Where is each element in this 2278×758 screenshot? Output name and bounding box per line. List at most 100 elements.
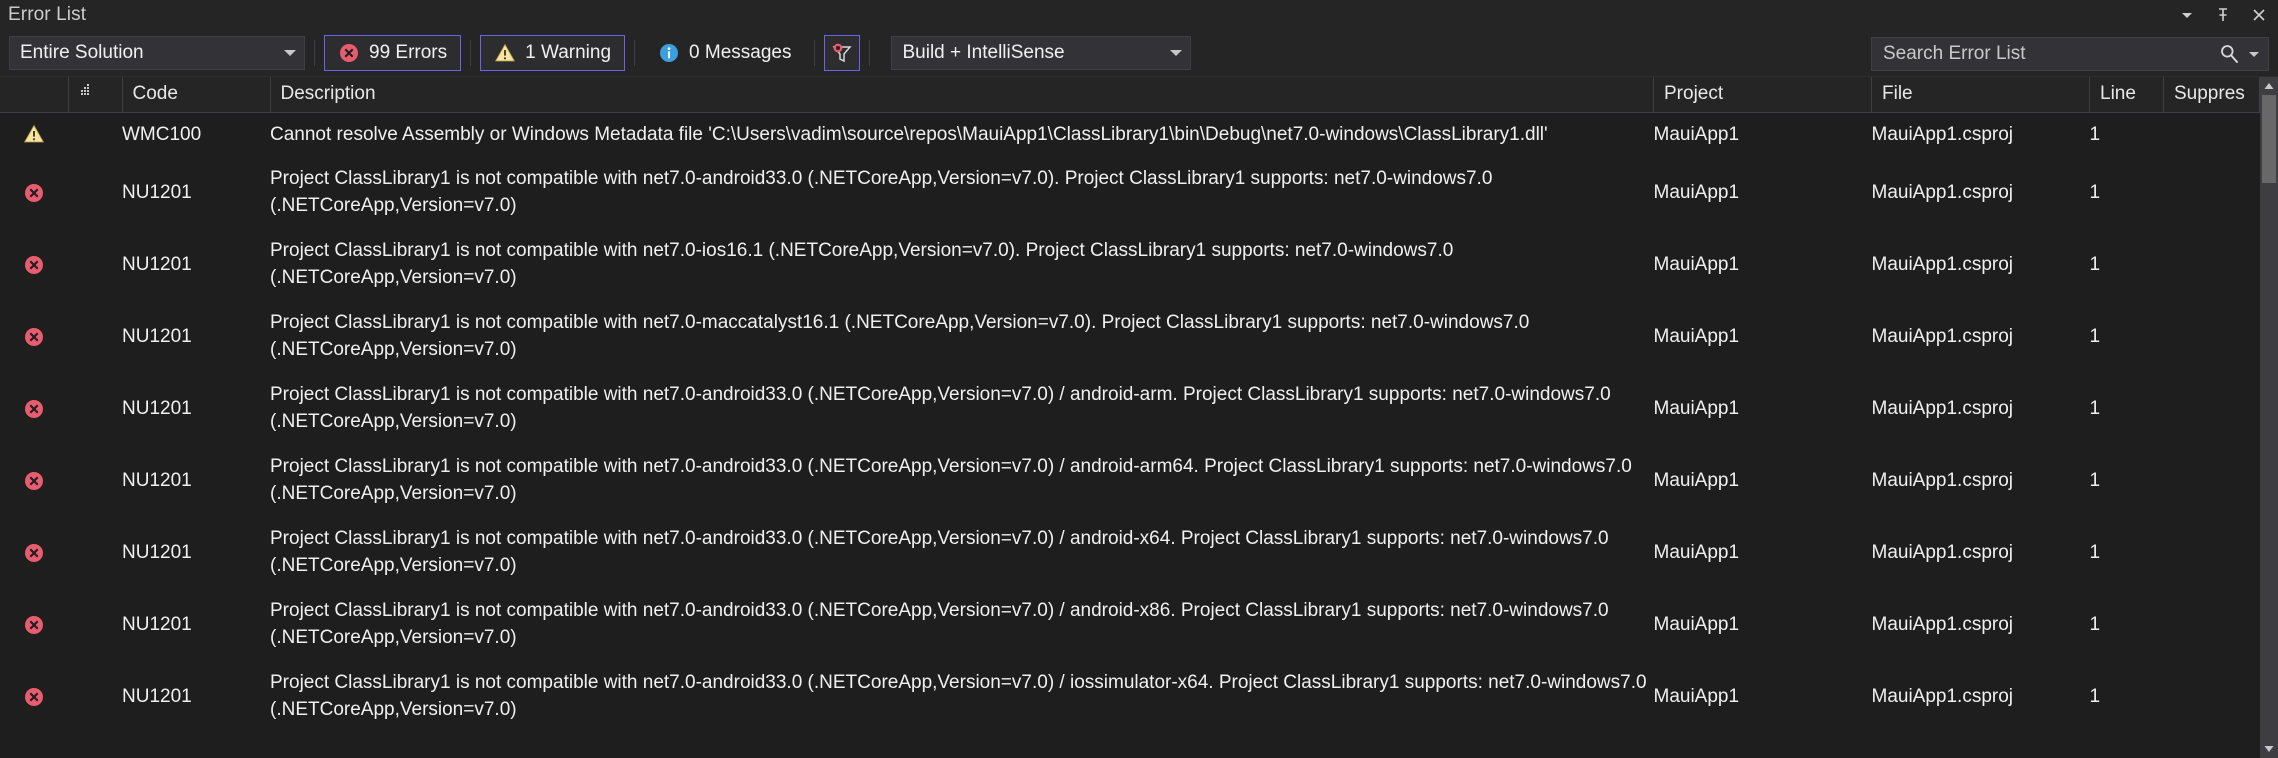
row-spacer-cell [68, 517, 122, 589]
row-code[interactable]: NU1201 [122, 373, 270, 445]
error-list-toolbar: Entire Solution 99 Errors 1 Warning 0 Me… [0, 30, 2278, 77]
search-input[interactable] [1883, 43, 2218, 65]
window-menu-chevron-down-icon[interactable] [2176, 4, 2198, 26]
row-file: MauiApp1.csproj [1871, 181, 2014, 203]
row-description: Project ClassLibrary1 is not compatible … [270, 168, 1493, 217]
table-row[interactable]: NU1201 Project ClassLibrary1 is not compa… [0, 661, 2260, 733]
row-spacer-cell [68, 661, 122, 733]
error-icon [25, 687, 43, 706]
warnings-filter-label: 1 Warning [525, 42, 612, 63]
row-project: MauiApp1 [1653, 253, 1740, 275]
table-header-row: Code Description Project File Line Suppr… [0, 77, 2260, 113]
row-spacer-cell [68, 301, 122, 373]
messages-filter-toggle[interactable]: 0 Messages [644, 35, 805, 71]
column-header-line[interactable]: Line [2089, 77, 2164, 113]
row-file: MauiApp1.csproj [1871, 325, 2014, 347]
build-source-dropdown[interactable]: Build + IntelliSense [891, 36, 1192, 70]
row-file: MauiApp1.csproj [1871, 397, 2014, 419]
row-description: Project ClassLibrary1 is not compatible … [270, 240, 1454, 289]
row-spacer-cell [68, 229, 122, 301]
table-row[interactable]: NU1201 Project ClassLibrary1 is not compa… [0, 445, 2260, 518]
filter-icon [832, 43, 853, 63]
column-header-description[interactable]: Description [270, 77, 1654, 113]
column-header-suppression[interactable]: Suppres [2163, 77, 2260, 113]
table-row[interactable]: NU1201 Project ClassLibrary1 is not compa… [0, 589, 2260, 662]
vertical-scrollbar[interactable] [2260, 77, 2278, 758]
error-icon [25, 543, 43, 562]
column-header-options[interactable] [68, 77, 123, 113]
row-code[interactable]: NU1201 [122, 661, 270, 733]
table-row[interactable]: NU1201 Project ClassLibrary1 is not compa… [0, 157, 2260, 230]
column-header-code[interactable]: Code [122, 77, 271, 113]
scrollbar-thumb[interactable] [2262, 95, 2276, 183]
column-header-gutter [0, 77, 69, 113]
row-description: Project ClassLibrary1 is not compatible … [270, 528, 1609, 577]
row-project: MauiApp1 [1653, 541, 1740, 563]
error-filter-button[interactable] [824, 35, 861, 71]
table-body: WMC100 Cannot resolve Assembly or Windows… [0, 112, 2260, 733]
row-description: Project ClassLibrary1 is not compatible … [270, 600, 1609, 649]
close-icon[interactable] [2248, 4, 2270, 26]
pin-icon[interactable] [2212, 4, 2234, 26]
table-row[interactable]: NU1201 Project ClassLibrary1 is not compa… [0, 301, 2260, 374]
row-line: 1 [2089, 325, 2101, 347]
search-options-chevron-down-icon[interactable] [2249, 51, 2259, 57]
search-error-list[interactable] [1871, 37, 2269, 71]
row-project: MauiApp1 [1653, 685, 1740, 707]
warnings-filter-toggle[interactable]: 1 Warning [480, 35, 626, 71]
row-file: MauiApp1.csproj [1871, 613, 2014, 635]
table-row[interactable]: WMC100 Cannot resolve Assembly or Windows… [0, 112, 2260, 158]
row-severity-icon-cell [0, 661, 68, 733]
row-line: 1 [2089, 613, 2101, 635]
warning-icon [495, 43, 516, 62]
row-severity-icon-cell [0, 112, 68, 157]
scrollbar-track[interactable] [2260, 95, 2278, 740]
row-line: 1 [2089, 397, 2101, 419]
row-code[interactable]: NU1201 [122, 157, 270, 229]
column-options-icon [80, 84, 89, 96]
row-code[interactable]: NU1201 [122, 229, 270, 301]
row-suppression-state [2164, 661, 2260, 733]
errors-filter-toggle[interactable]: 99 Errors [324, 35, 462, 71]
row-description: Project ClassLibrary1 is not compatible … [270, 312, 1530, 361]
row-suppression-state [2164, 517, 2260, 589]
row-file: MauiApp1.csproj [1871, 541, 2014, 563]
row-code[interactable]: NU1201 [122, 517, 270, 589]
titlebar-button-group [2176, 0, 2270, 30]
row-suppression-state [2164, 112, 2260, 157]
chevron-down-icon [2264, 746, 2274, 752]
error-icon [340, 44, 358, 62]
table-row[interactable]: NU1201 Project ClassLibrary1 is not compa… [0, 229, 2260, 302]
row-suppression-state [2164, 589, 2260, 661]
row-code[interactable]: WMC100 [122, 112, 270, 157]
scroll-down-button[interactable] [2260, 740, 2278, 758]
row-suppression-state [2164, 229, 2260, 301]
tool-window-titlebar: Error List [0, 0, 2278, 30]
row-line: 1 [2089, 253, 2101, 275]
row-suppression-state [2164, 301, 2260, 373]
row-code[interactable]: NU1201 [122, 301, 270, 373]
table-row[interactable]: NU1201 Project ClassLibrary1 is not compa… [0, 517, 2260, 590]
scroll-up-button[interactable] [2260, 77, 2278, 95]
row-project: MauiApp1 [1653, 123, 1740, 145]
table-row[interactable]: NU1201 Project ClassLibrary1 is not compa… [0, 373, 2260, 446]
error-icon [25, 255, 43, 274]
toolbar-separator [470, 40, 472, 66]
column-header-project[interactable]: Project [1653, 77, 1872, 113]
row-severity-icon-cell [0, 373, 68, 445]
toolbar-separator [634, 40, 636, 66]
row-line: 1 [2089, 181, 2101, 203]
row-suppression-state [2164, 373, 2260, 445]
column-header-file[interactable]: File [1871, 77, 2090, 113]
row-code[interactable]: NU1201 [122, 589, 270, 661]
search-icon[interactable] [2218, 43, 2240, 65]
row-file: MauiApp1.csproj [1871, 469, 2014, 491]
row-project: MauiApp1 [1653, 397, 1740, 419]
error-icon [25, 615, 43, 634]
row-description: Cannot resolve Assembly or Windows Metad… [270, 123, 1548, 145]
error-icon [25, 399, 43, 418]
row-code[interactable]: NU1201 [122, 445, 270, 517]
scope-dropdown[interactable]: Entire Solution [9, 36, 305, 70]
build-source-value: Build + IntelliSense [902, 42, 1065, 63]
error-icon [25, 183, 43, 202]
